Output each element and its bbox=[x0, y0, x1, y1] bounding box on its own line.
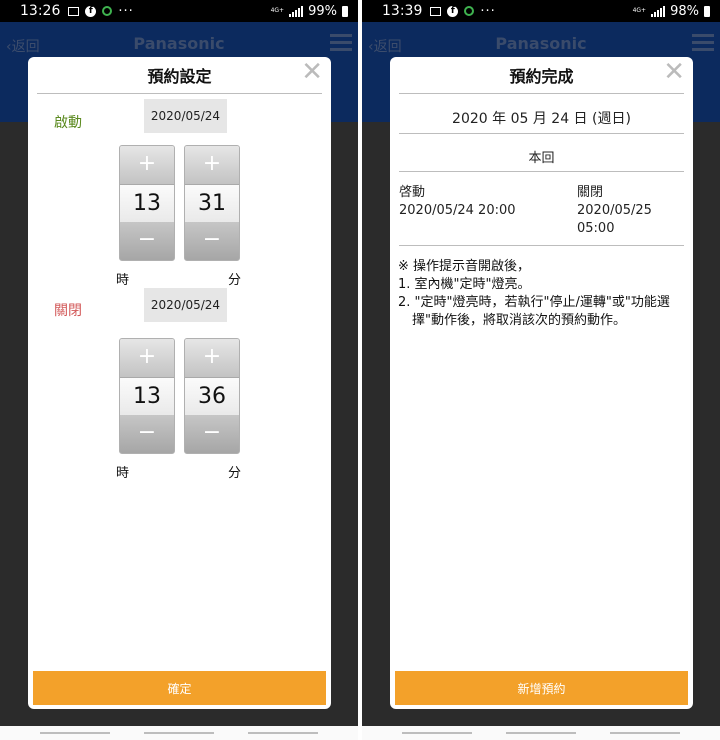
status-bar: 13:26 f ··· 4G+ 99% bbox=[0, 0, 358, 22]
minute-unit-label: 分 bbox=[228, 466, 242, 481]
start-hour-decrement-button[interactable]: − bbox=[120, 222, 174, 260]
close-icon[interactable]: ✕ bbox=[301, 59, 323, 85]
end-value-date: 2020/05/25 bbox=[577, 203, 652, 218]
start-hour-value: 13 bbox=[120, 184, 174, 224]
signal-icon bbox=[289, 5, 304, 17]
schedule-frequency: 本回 bbox=[528, 151, 555, 166]
start-date-field[interactable]: 2020/05/24 bbox=[144, 99, 227, 133]
end-value-time: 05:00 bbox=[577, 221, 615, 236]
dialog-title: 預約完成 bbox=[509, 67, 574, 86]
end-minute-decrement-button[interactable]: − bbox=[185, 415, 239, 453]
start-label: 啟動 bbox=[54, 115, 82, 131]
status-time: 13:39 bbox=[382, 3, 423, 19]
app-notification-icon bbox=[464, 6, 475, 16]
system-nav-bar bbox=[0, 726, 358, 740]
add-schedule-button[interactable]: 新增預約 bbox=[395, 671, 688, 705]
battery-icon bbox=[342, 5, 348, 17]
close-icon[interactable]: ✕ bbox=[663, 59, 685, 85]
end-hour-value: 13 bbox=[120, 377, 174, 417]
start-summary: 啓動 2020/05/24 20:00 bbox=[399, 184, 516, 220]
start-value: 2020/05/24 20:00 bbox=[399, 203, 516, 218]
start-hour-spinner: + 13 − bbox=[119, 145, 175, 261]
divider bbox=[399, 93, 684, 94]
hour-unit-label: 時 bbox=[116, 273, 130, 288]
end-label: 關閉 bbox=[54, 303, 82, 319]
menu-icon[interactable] bbox=[330, 34, 352, 55]
more-notifications-icon: ··· bbox=[480, 3, 496, 19]
brand-logo: Panasonic bbox=[133, 34, 225, 53]
divider bbox=[37, 93, 322, 94]
start-hour-increment-button[interactable]: + bbox=[120, 146, 174, 184]
divider bbox=[399, 245, 684, 246]
start-minute-spinner: + 31 − bbox=[184, 145, 240, 261]
end-hour-spinner: + 13 − bbox=[119, 338, 175, 454]
note-item: 1. 室內機"定時"燈亮。 bbox=[398, 277, 531, 292]
operation-notes: ※ 操作提示音開啟後， 1. 室內機"定時"燈亮。 2. "定時"燈亮時，若執行… bbox=[398, 258, 681, 330]
system-nav-bar bbox=[362, 726, 720, 740]
left-screen: 13:26 f ··· 4G+ 99% ‹返回 Panasonic 預約設定 ✕… bbox=[0, 0, 358, 740]
end-hour-increment-button[interactable]: + bbox=[120, 339, 174, 377]
end-minute-increment-button[interactable]: + bbox=[185, 339, 239, 377]
schedule-date: 2020 年 05 月 24 日 (週日) bbox=[452, 111, 631, 127]
end-minute-value: 36 bbox=[185, 377, 239, 417]
end-date-field[interactable]: 2020/05/24 bbox=[144, 288, 227, 322]
right-screen: 13:39 f ··· 4G+ 98% ‹返回 Panasonic 預約完成 ✕… bbox=[362, 0, 720, 740]
start-label: 啓動 bbox=[399, 185, 426, 200]
app-notification-icon bbox=[102, 6, 113, 16]
minute-unit-label: 分 bbox=[228, 273, 242, 288]
network-type: 4G+ bbox=[632, 7, 647, 14]
note-item: 2. "定時"燈亮時，若執行"停止/運轉"或"功能選擇"動作後，將取消該次的預約… bbox=[398, 295, 670, 328]
divider bbox=[399, 171, 684, 172]
facebook-icon: f bbox=[85, 5, 97, 17]
start-minute-value: 31 bbox=[185, 184, 239, 224]
battery-percent: 98% bbox=[670, 3, 699, 19]
start-minute-decrement-button[interactable]: − bbox=[185, 222, 239, 260]
gallery-icon bbox=[68, 6, 80, 16]
facebook-icon: f bbox=[447, 5, 459, 17]
hour-unit-label: 時 bbox=[116, 466, 130, 481]
note-title: ※ 操作提示音開啟後， bbox=[398, 259, 531, 274]
start-minute-increment-button[interactable]: + bbox=[185, 146, 239, 184]
menu-icon[interactable] bbox=[692, 34, 714, 55]
battery-percent: 99% bbox=[308, 3, 337, 19]
network-type: 4G+ bbox=[270, 7, 285, 14]
end-minute-spinner: + 36 − bbox=[184, 338, 240, 454]
schedule-complete-dialog: 預約完成 ✕ 2020 年 05 月 24 日 (週日) 本回 啓動 2020/… bbox=[390, 57, 693, 709]
signal-icon bbox=[651, 5, 666, 17]
confirm-button[interactable]: 確定 bbox=[33, 671, 326, 705]
gallery-icon bbox=[430, 6, 442, 16]
battery-icon bbox=[704, 5, 710, 17]
dialog-title: 預約設定 bbox=[147, 67, 212, 86]
end-summary: 關閉 2020/05/25 05:00 bbox=[577, 184, 652, 238]
status-time: 13:26 bbox=[20, 3, 61, 19]
more-notifications-icon: ··· bbox=[118, 3, 134, 19]
schedule-setting-dialog: 預約設定 ✕ 啟動 2020/05/24 + 13 − + 31 − 時 分 關… bbox=[28, 57, 331, 709]
divider bbox=[399, 133, 684, 134]
end-hour-decrement-button[interactable]: − bbox=[120, 415, 174, 453]
status-bar: 13:39 f ··· 4G+ 98% bbox=[362, 0, 720, 22]
brand-logo: Panasonic bbox=[495, 34, 587, 53]
end-label: 關閉 bbox=[577, 185, 604, 200]
